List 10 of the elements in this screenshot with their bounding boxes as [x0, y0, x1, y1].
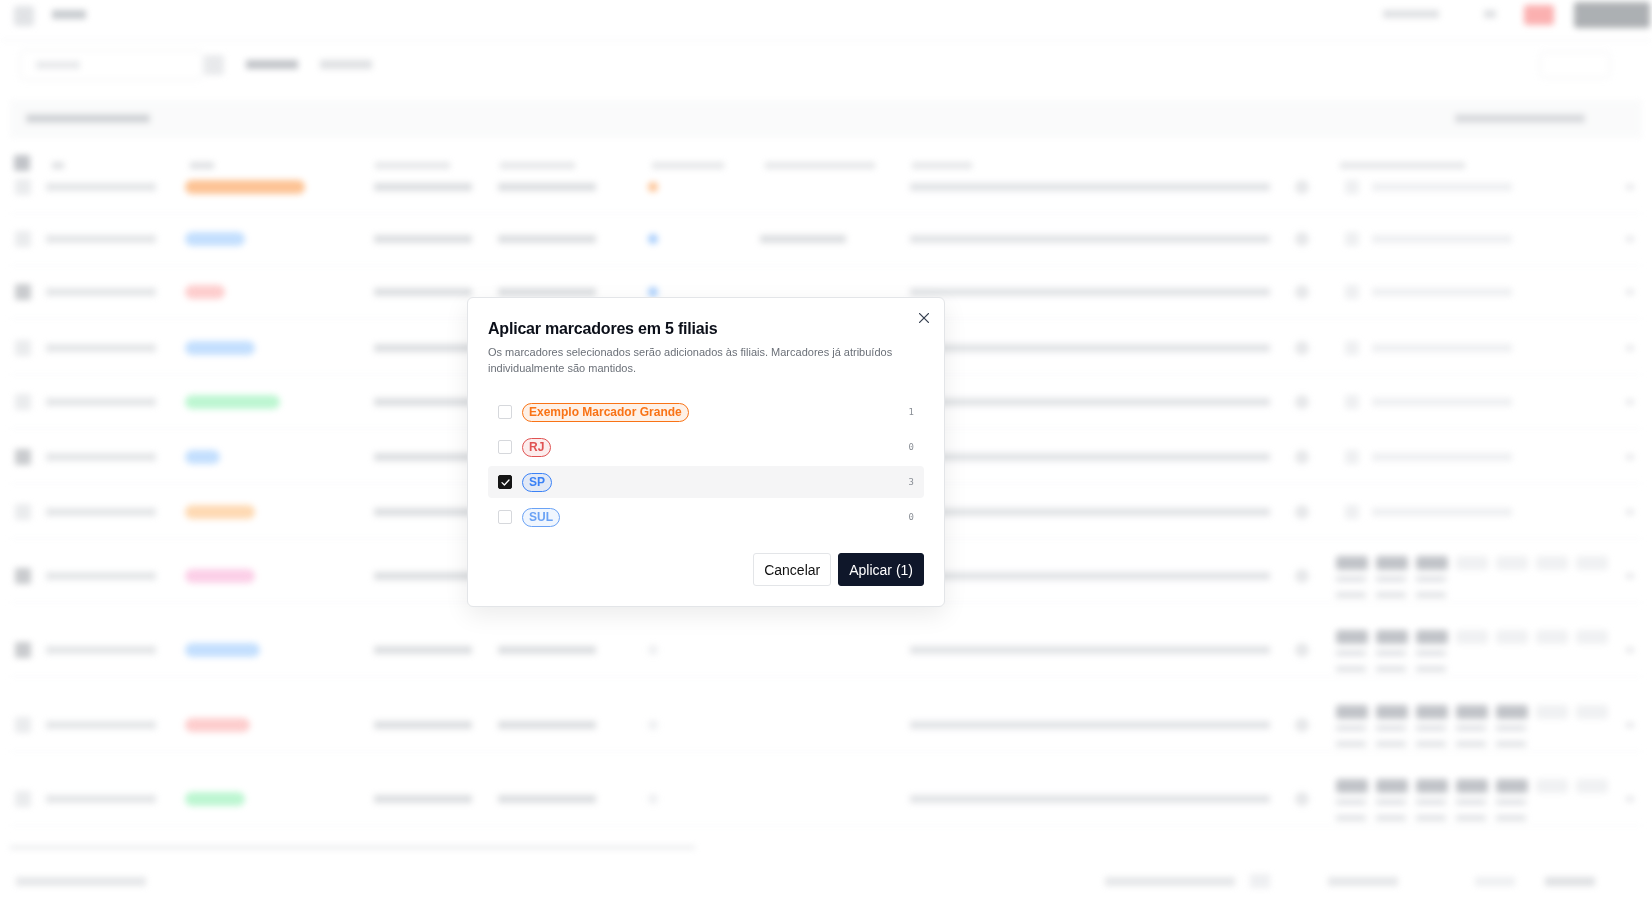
dialog-description: Os marcadores selecionados serão adicionados às filiais. Marcadores já atribuídos individualmente são mantidos.	[488, 345, 894, 376]
count-text: 0	[908, 512, 914, 522]
count-text: 0	[908, 442, 914, 452]
count-text: 3	[908, 477, 914, 487]
tag-pill: RJ	[522, 437, 552, 457]
dialog-title: Aplicar marcadores em 5 filiais	[488, 319, 719, 339]
tag-pill: SP	[522, 472, 552, 492]
tag-pill: Exemplo Marcador Grande	[522, 402, 689, 422]
count-text: 1	[908, 407, 914, 417]
tag-pill: SUL	[522, 507, 560, 527]
